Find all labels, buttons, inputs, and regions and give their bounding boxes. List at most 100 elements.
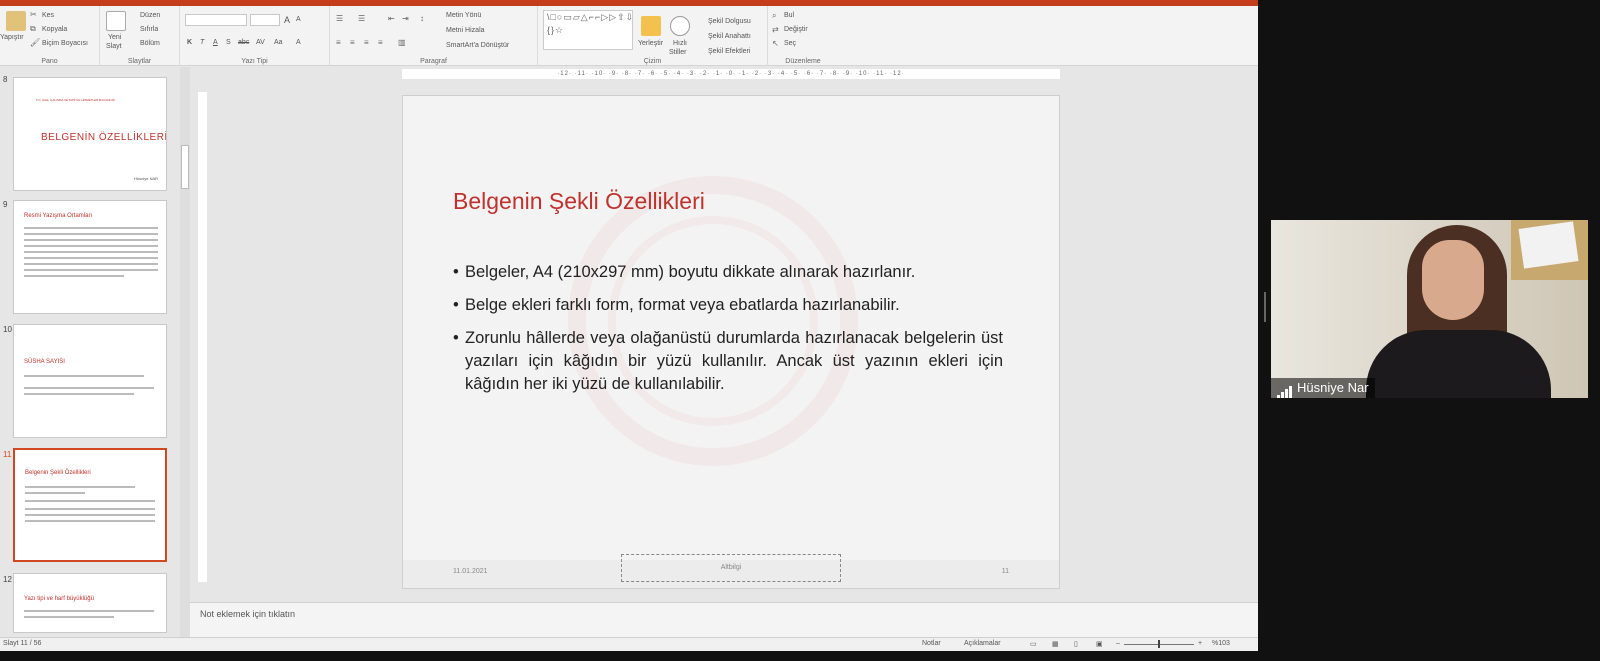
slide-canvas[interactable]: Belgenin Şekli Özellikleri Belgeler, A4 … [402, 95, 1060, 589]
shadow-button[interactable]: S [226, 39, 231, 46]
thumb-subtitle: T.C. AİLE, ÇALIŞMA VE SOSYAL HİZMETLER B… [36, 98, 116, 102]
thumb-number: 11 [3, 450, 12, 459]
layout-button[interactable]: Düzen [140, 12, 160, 19]
video-person-body [1366, 330, 1551, 398]
font-color-button[interactable]: A [296, 39, 301, 46]
new-slide-button-line1[interactable]: Yeni [108, 34, 121, 41]
line-spacing-icon[interactable]: ↕ [420, 14, 424, 23]
paste-icon[interactable] [6, 11, 26, 31]
horizontal-ruler: ·12· ·11· ·10· ·9· ·8· ·7· ·6· ·5· ·4· ·… [402, 69, 1060, 79]
quick-styles-button-line2[interactable]: Stiller [669, 49, 687, 56]
format-painter-icon: 🖌 [30, 38, 41, 47]
shape-effects-button[interactable]: Şekil Efektleri [708, 48, 750, 55]
slide-thumbnail-11[interactable]: Belgenin Şekli Özellikleri [13, 448, 167, 562]
scissors-icon: ✂ [30, 10, 37, 19]
footer-date: 11.01.2021 [453, 568, 488, 575]
outdent-icon[interactable]: ⇥ [402, 14, 409, 23]
cut-button[interactable]: Kes [42, 12, 54, 19]
video-person-face [1422, 240, 1484, 320]
strikethrough-button[interactable]: abc [238, 39, 249, 46]
scrollbar-thumb[interactable] [181, 145, 189, 189]
clipboard-group: Yapıştır ✂ Kes ⧉ Kopyala 🖌 Biçim Boyacıs… [0, 6, 100, 66]
thumb-title: Belgenin Şekli Özellikleri [25, 470, 91, 476]
status-bar: Slayt 11 / 56 Notlar Açıklamalar ▭ ▦ ▯ ▣… [0, 637, 1258, 651]
video-resize-handle[interactable] [1264, 292, 1266, 322]
italic-button[interactable]: T [200, 39, 204, 46]
notes-button[interactable]: Notlar [922, 640, 941, 647]
video-paper [1518, 221, 1579, 269]
font-group: A A K T A S abc AV Aa A Yazı Tipi [180, 6, 330, 66]
bullets-icon[interactable]: ☰ [336, 14, 343, 23]
slide-counter: Slayt 11 / 56 [3, 640, 42, 647]
select-icon: ↖ [772, 39, 779, 48]
shape-fill-button[interactable]: Şekil Dolgusu [708, 18, 751, 25]
slide-title[interactable]: Belgenin Şekli Özellikleri [453, 188, 705, 215]
section-button[interactable]: Bölüm [140, 40, 160, 47]
new-slide-button-line2[interactable]: Slayt [106, 43, 122, 50]
zoom-slider-thumb[interactable] [1158, 640, 1160, 648]
slide-thumbnail-9[interactable]: Resmi Yazışma Ortamları [13, 200, 167, 314]
text-direction-button[interactable]: Metin Yönü [446, 12, 481, 19]
thumbnails-scrollbar[interactable] [180, 67, 190, 637]
zoom-in-button[interactable]: + [1198, 640, 1202, 647]
change-case-button[interactable]: Aa [274, 39, 283, 46]
align-center-icon[interactable]: ≡ [350, 38, 355, 47]
shape-outline-button[interactable]: Şekil Anahattı [708, 33, 751, 40]
slide-thumbnail-8[interactable]: T.C. AİLE, ÇALIŞMA VE SOSYAL HİZMETLER B… [13, 77, 167, 191]
reset-button[interactable]: Sıfırla [140, 26, 158, 33]
find-button[interactable]: Bul [784, 12, 794, 19]
char-spacing-button[interactable]: AV [256, 39, 265, 46]
format-painter-button[interactable]: Biçim Boyacısı [42, 40, 88, 47]
replace-icon: ⇄ [772, 25, 779, 34]
align-left-icon[interactable]: ≡ [336, 38, 341, 47]
new-slide-icon[interactable] [106, 11, 126, 31]
reading-view-icon[interactable]: ▯ [1074, 640, 1078, 648]
participant-video[interactable]: Hüsniye Nar [1271, 220, 1588, 398]
thumb-title: Resmi Yazışma Ortamları [24, 213, 93, 219]
footer-text-box[interactable]: Altbilgi [621, 554, 841, 582]
zoom-level[interactable]: %103 [1212, 640, 1230, 647]
notes-placeholder: Not eklemek için tıklatın [200, 609, 296, 619]
comments-button[interactable]: Açıklamalar [964, 640, 1001, 647]
paste-button[interactable]: Yapıştır [0, 34, 24, 41]
replace-button[interactable]: Değiştir [784, 26, 808, 33]
thumb-title: BELGENİN ÖZELLİKLERİ [41, 132, 167, 143]
justify-icon[interactable]: ≡ [378, 38, 383, 47]
slide-thumbnail-10[interactable]: SÜSHA SAYISI [13, 324, 167, 438]
slides-group: Yeni Slayt Düzen Sıfırla Bölüm Slaytlar [100, 6, 180, 66]
thumb-title: Yazı tipi ve harf büyüklüğü [24, 596, 94, 602]
align-text-button[interactable]: Metni Hizala [446, 27, 485, 34]
numbering-icon[interactable]: ☰ [358, 14, 365, 23]
indent-icon[interactable]: ⇤ [388, 14, 395, 23]
bold-button[interactable]: K [187, 39, 192, 46]
arrange-icon[interactable] [641, 16, 661, 36]
font-group-label: Yazı Tipi [241, 58, 268, 65]
font-size-dropdown[interactable] [250, 14, 280, 26]
shapes-gallery[interactable]: \□○▭▱△⌐⌐▷▷⇧⇩↻ {}☆ [543, 10, 633, 50]
notes-pane[interactable]: Not eklemek için tıklatın [190, 602, 1258, 637]
increase-font-button[interactable]: A [284, 15, 290, 25]
arrange-button[interactable]: Yerleştir [638, 40, 663, 47]
zoom-out-button[interactable]: – [1116, 640, 1120, 647]
normal-view-icon[interactable]: ▭ [1030, 640, 1037, 648]
slide-thumbnail-12[interactable]: Yazı tipi ve harf büyüklüğü [13, 573, 167, 633]
smartart-button[interactable]: SmartArt'a Dönüştür [446, 42, 509, 49]
columns-icon[interactable]: ▥ [398, 38, 406, 47]
slide-thumbnails-pane: 8 T.C. AİLE, ÇALIŞMA VE SOSYAL HİZMETLER… [0, 67, 184, 637]
font-name-dropdown[interactable] [185, 14, 247, 26]
bullet-item: Belgeler, A4 (210x297 mm) boyutu dikkate… [453, 261, 1003, 284]
bullet-item: Belge ekleri farklı form, format veya eb… [453, 294, 1003, 317]
select-button[interactable]: Seç [784, 40, 796, 47]
quick-styles-button-line1[interactable]: Hızlı [673, 40, 687, 47]
quick-styles-icon[interactable] [670, 16, 690, 36]
underline-button[interactable]: A [213, 39, 218, 46]
thumb-number: 8 [3, 75, 8, 84]
slide-sorter-icon[interactable]: ▦ [1052, 640, 1059, 648]
decrease-font-button[interactable]: A [296, 16, 301, 23]
align-right-icon[interactable]: ≡ [364, 38, 369, 47]
paragraph-group-label: Paragraf [420, 58, 447, 65]
slide-bullet-list[interactable]: Belgeler, A4 (210x297 mm) boyutu dikkate… [453, 261, 1003, 406]
editor-scrollbar[interactable] [1247, 67, 1258, 597]
slideshow-icon[interactable]: ▣ [1096, 640, 1103, 648]
copy-button[interactable]: Kopyala [42, 26, 67, 33]
